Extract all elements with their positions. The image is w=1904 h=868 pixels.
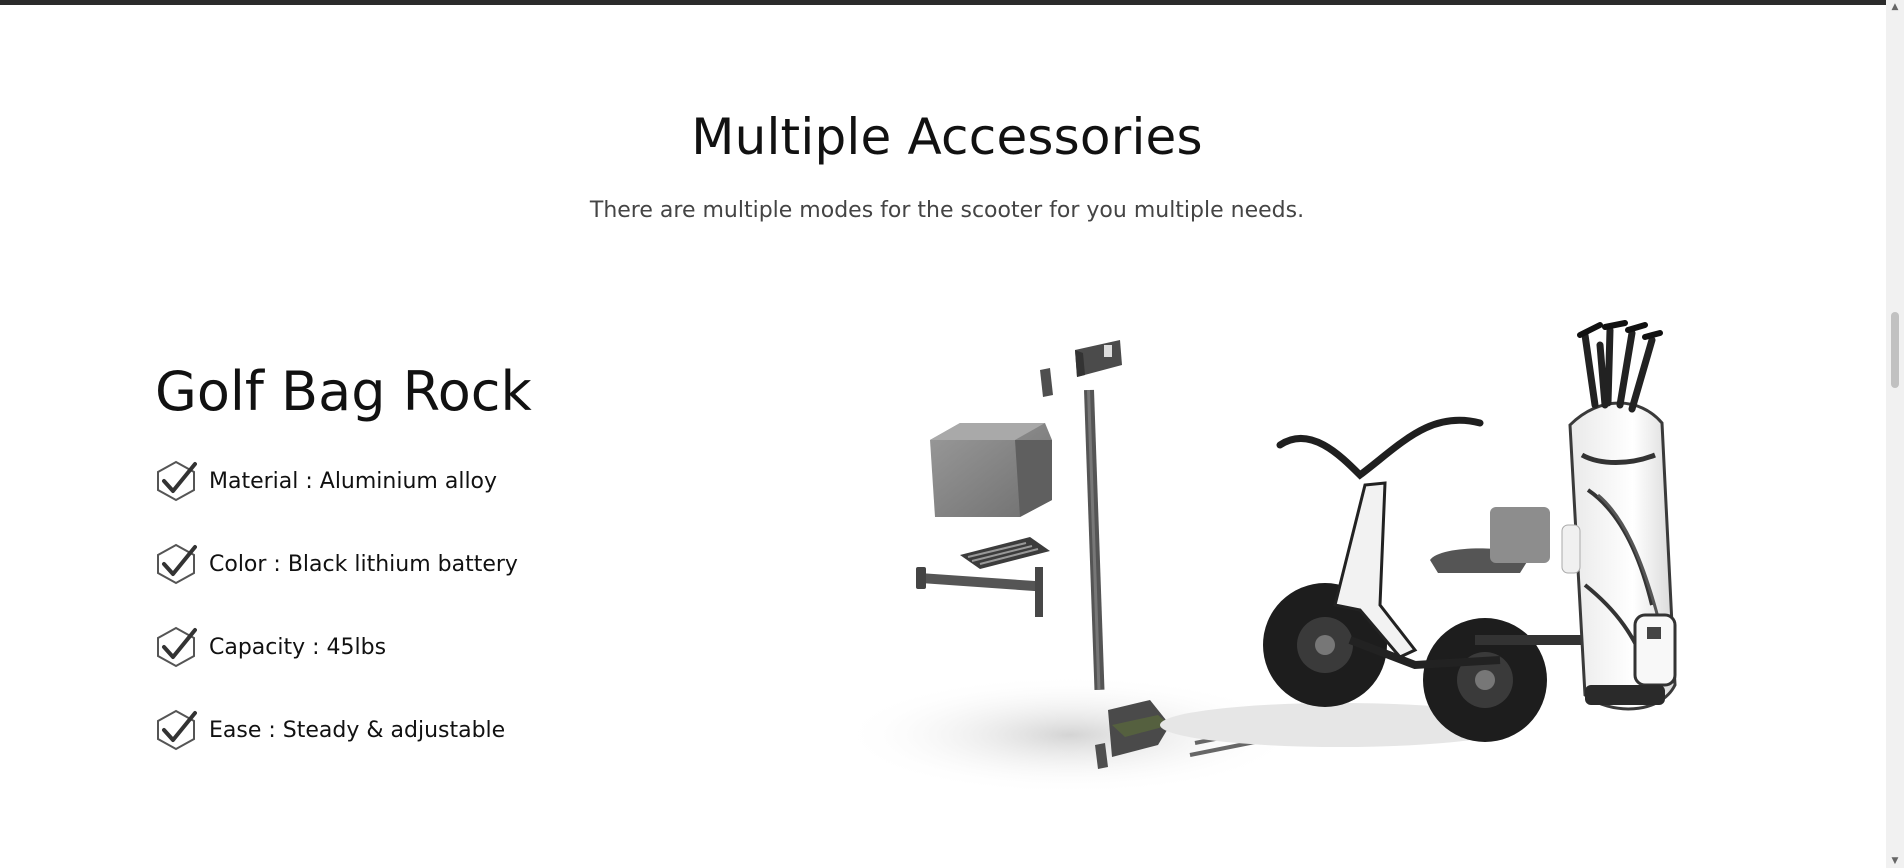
product-illustration — [840, 320, 1677, 795]
vertical-scrollbar[interactable]: ▲ ▼ — [1886, 0, 1904, 868]
scroll-thumb[interactable] — [1891, 312, 1899, 388]
feature-label: Capacity : 45lbs — [209, 634, 387, 660]
feature-item-ease: Ease : Steady & adjustable — [155, 709, 518, 751]
checkmark-icon — [157, 543, 197, 585]
product-title: Golf Bag Rock — [155, 360, 532, 423]
feature-label: Material : Aluminium alloy — [209, 468, 498, 494]
accessories-section: Multiple Accessories There are multiple … — [0, 5, 1886, 868]
section-subtitle: There are multiple modes for the scooter… — [589, 198, 1305, 223]
feature-item-capacity: Capacity : 45lbs — [155, 626, 518, 668]
feature-list: Material : Aluminium alloy Color : Black… — [155, 460, 518, 792]
section-title: Multiple Accessories — [691, 108, 1203, 166]
feature-label: Color : Black lithium battery — [209, 551, 518, 577]
checkmark-icon — [157, 709, 197, 751]
golf-bag — [1561, 320, 1677, 711]
scroll-up-arrow-icon[interactable]: ▲ — [1890, 2, 1900, 12]
feature-item-material: Material : Aluminium alloy — [155, 460, 518, 502]
feature-label: Ease : Steady & adjustable — [209, 717, 506, 743]
scroll-down-arrow-icon[interactable]: ▼ — [1890, 856, 1900, 866]
checkmark-icon — [157, 626, 197, 668]
feature-item-color: Color : Black lithium battery — [155, 543, 518, 585]
checkmark-icon — [157, 460, 197, 502]
